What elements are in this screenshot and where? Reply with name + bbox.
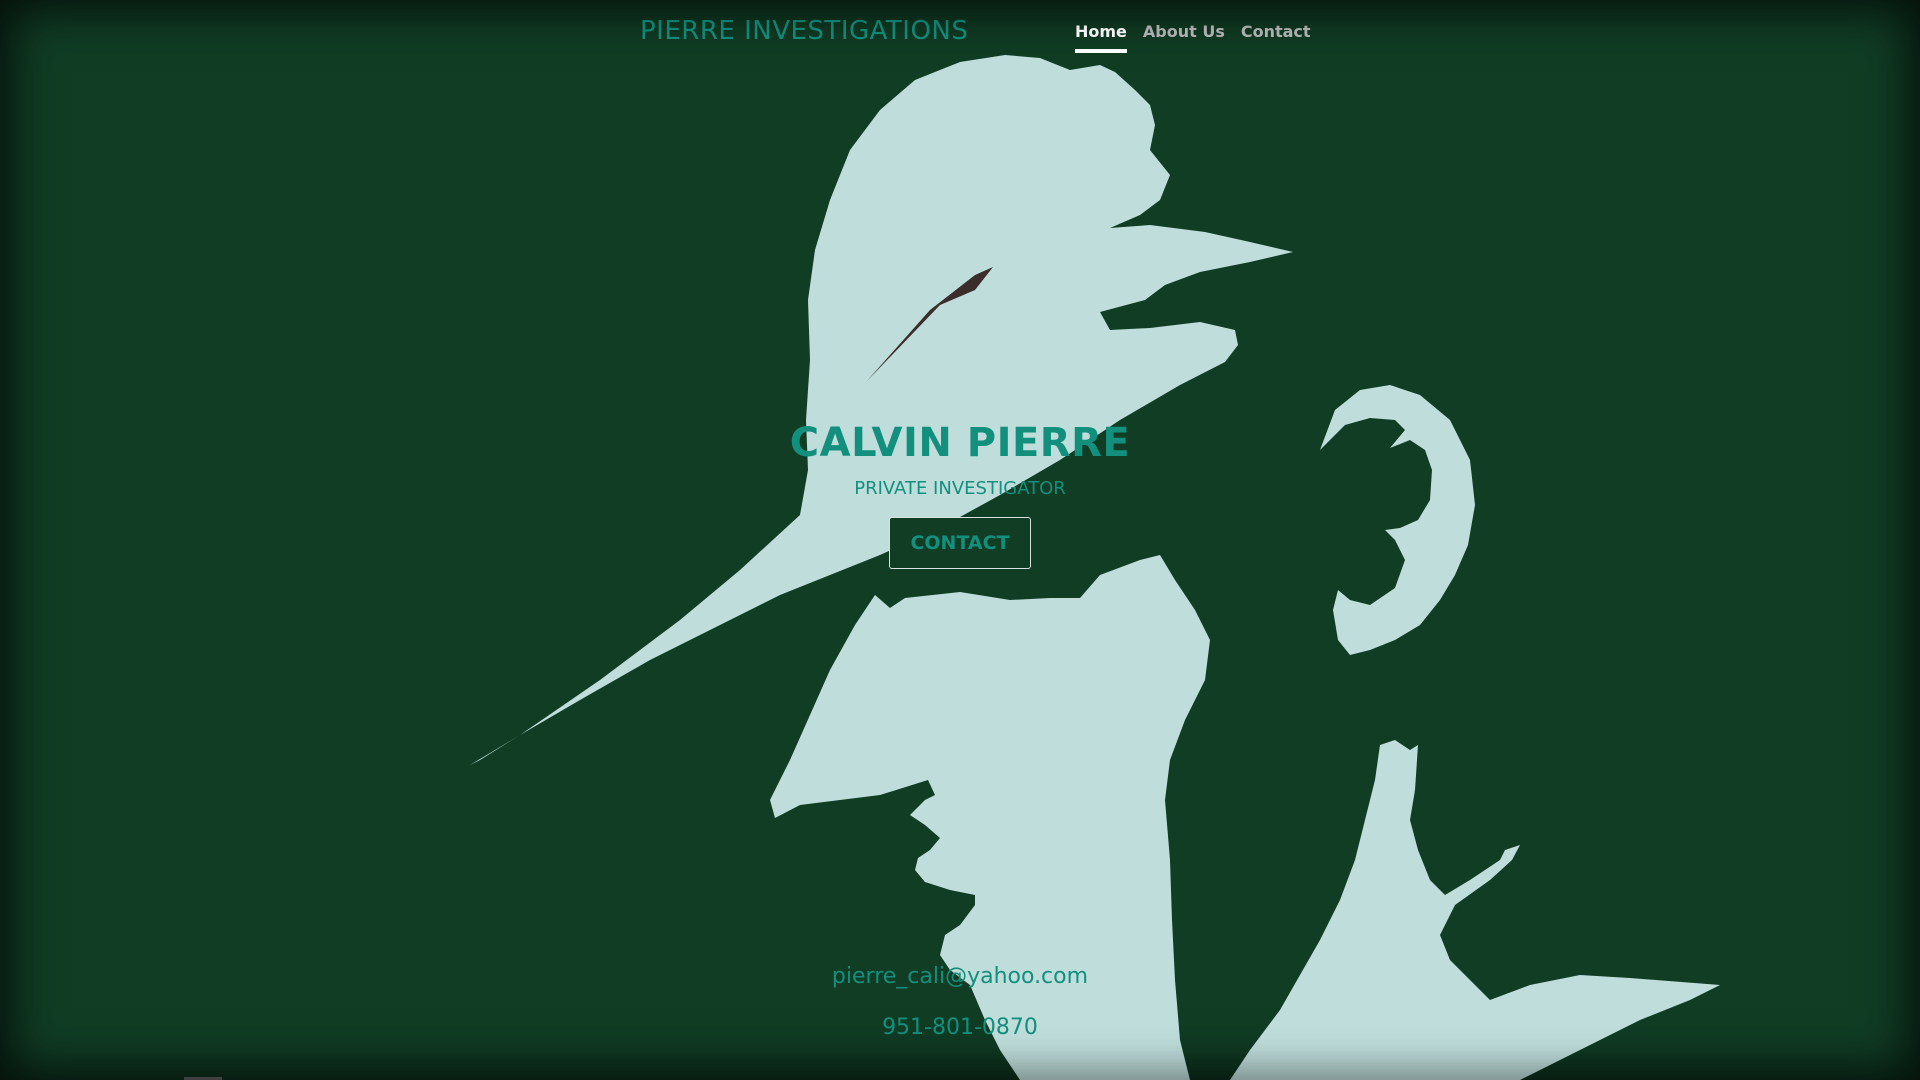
- nav-item-home[interactable]: Home: [1075, 22, 1127, 53]
- hero-title: CALVIN PIERRE: [789, 420, 1131, 466]
- nav-item-contact[interactable]: Contact: [1241, 22, 1311, 53]
- contact-info: pierre_cali@yahoo.com 951-801-0870: [0, 964, 1920, 1040]
- hero-subtitle: PRIVATE INVESTIGATOR: [854, 478, 1066, 499]
- contact-button[interactable]: CONTACT: [889, 517, 1031, 569]
- hero-section: CALVIN PIERRE PRIVATE INVESTIGATOR CONTA…: [0, 420, 1920, 569]
- email-link[interactable]: pierre_cali@yahoo.com: [0, 964, 1920, 989]
- nav-item-about-us[interactable]: About Us: [1143, 22, 1225, 53]
- main-nav: Home About Us Contact: [1075, 22, 1311, 53]
- page: PIERRE INVESTIGATIONS Home About Us Cont…: [0, 0, 1920, 1080]
- brand-logo-link[interactable]: PIERRE INVESTIGATIONS: [640, 16, 968, 46]
- phone-link[interactable]: 951-801-0870: [0, 1015, 1920, 1040]
